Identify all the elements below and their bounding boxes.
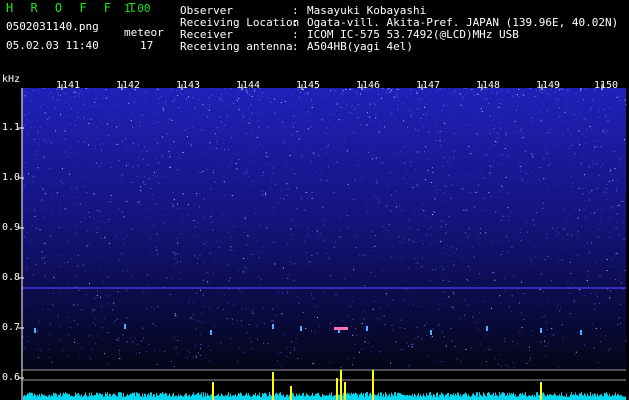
x-tick-label: 1146	[356, 80, 381, 91]
spectrogram-plot	[18, 84, 627, 400]
x-tick-label: 1141	[56, 80, 81, 91]
spectrogram-area	[22, 88, 626, 370]
x-tick-label: 1145	[296, 80, 321, 91]
y-tick-label: 1.1	[2, 122, 21, 133]
y-axis-unit: kHz	[2, 74, 21, 85]
x-tick-label: 1150	[594, 80, 619, 91]
y-tick-label: 0.9	[2, 222, 21, 233]
y-tick-label: 1.0	[2, 172, 21, 183]
x-tick-label: 1148	[476, 80, 501, 91]
y-tick-label: 0.8	[2, 272, 21, 283]
y-tick-label: 0.6	[2, 372, 21, 383]
x-tick-label: 1143	[176, 80, 201, 91]
x-tick-label: 1144	[236, 80, 261, 91]
x-tick-label: 1149	[536, 80, 561, 91]
x-tick-label: 1147	[416, 80, 441, 91]
y-tick-label: 0.7	[2, 322, 21, 333]
x-tick-label: 1142	[116, 80, 141, 91]
